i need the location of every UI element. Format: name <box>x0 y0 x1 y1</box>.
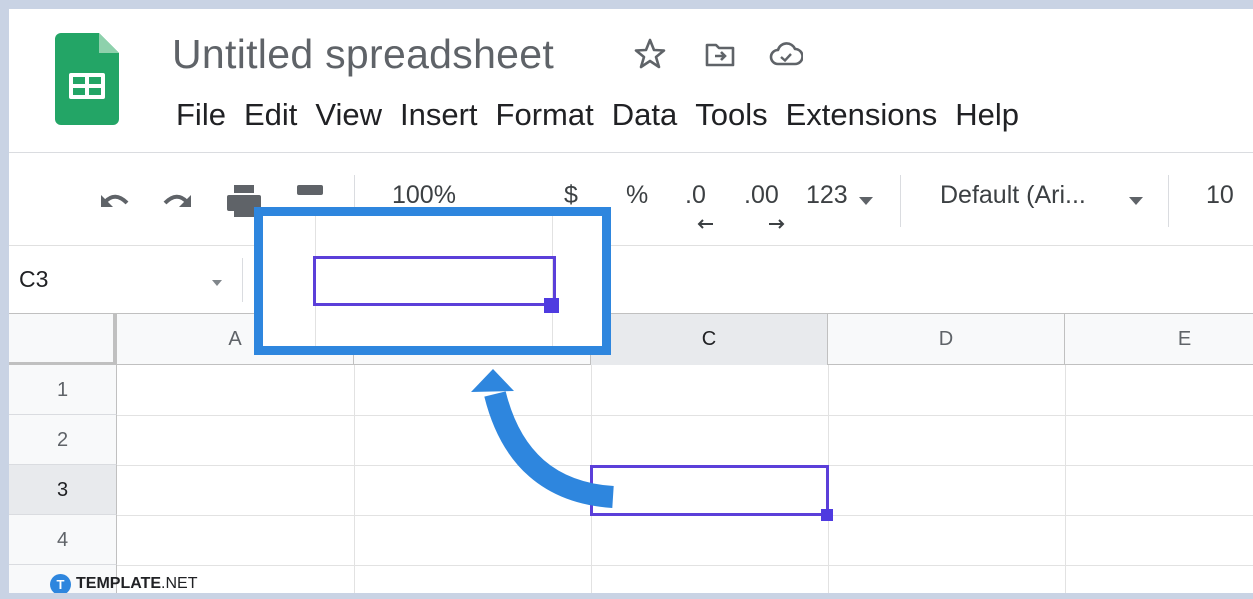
screenshot-frame: Untitled spreadsheet File Edit View Inse… <box>0 0 1253 599</box>
template-net-watermark: T TEMPLATE .NET <box>50 573 198 593</box>
template-logo-icon: T <box>50 573 71 593</box>
zoomed-active-cell <box>313 256 556 306</box>
zoomed-fill-handle <box>544 298 559 313</box>
zoom-callout <box>254 207 611 355</box>
watermark-brand: TEMPLATE <box>76 575 162 592</box>
curved-arrow-icon <box>471 369 614 508</box>
watermark-suffix: .NET <box>161 575 198 592</box>
